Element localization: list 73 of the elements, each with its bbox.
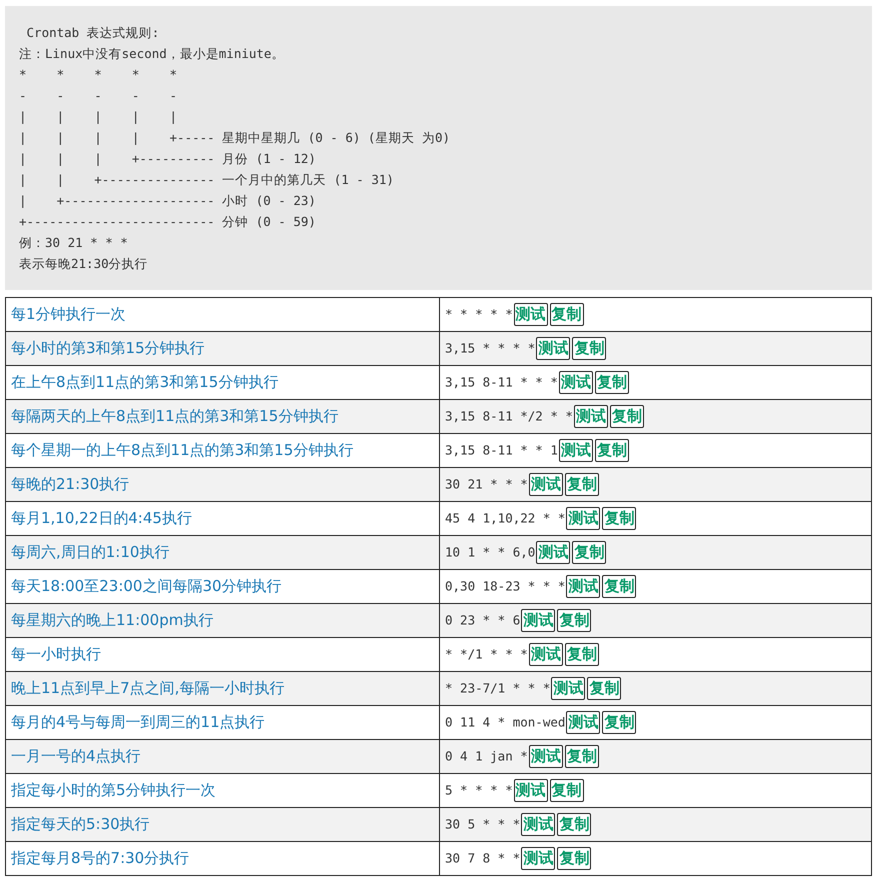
description-cell: 每晚的21:30执行: [6, 468, 440, 502]
copy-button[interactable]: 复制: [587, 677, 622, 700]
test-button[interactable]: 测试: [574, 405, 608, 428]
test-button[interactable]: 测试: [536, 541, 570, 564]
description-cell: 晚上11点到早上7点之间,每隔一小时执行: [6, 672, 440, 706]
copy-button[interactable]: 复制: [602, 507, 636, 530]
test-button[interactable]: 测试: [566, 507, 600, 530]
copy-button[interactable]: 复制: [564, 643, 599, 666]
cron-expression: 30 7 8 * *: [445, 850, 520, 866]
copy-button[interactable]: 复制: [572, 337, 606, 360]
copy-button[interactable]: 复制: [557, 813, 592, 836]
test-button[interactable]: 测试: [514, 779, 548, 802]
description-cell: 每1分钟执行一次: [6, 298, 440, 332]
rule-text-line: * * * * *: [19, 66, 178, 84]
cron-expression: 0 23 * * 6: [445, 612, 520, 628]
test-button[interactable]: 测试: [558, 371, 593, 394]
rule-text-line: | | | +---------- 月份 (1 - 12): [19, 150, 317, 168]
copy-button[interactable]: 复制: [550, 779, 584, 802]
cron-expression: 10 1 * * 6,0: [445, 544, 536, 560]
test-button[interactable]: 测试: [566, 575, 600, 598]
description-cell: 指定每月8号的7:30分执行: [6, 842, 440, 876]
rule-text-line: | | +--------------- 一个月中的第几天 (1 - 31): [19, 171, 395, 189]
test-button[interactable]: 测试: [521, 609, 556, 632]
copy-button[interactable]: 复制: [557, 609, 592, 632]
description-cell: 每周六,周日的1:10执行: [6, 536, 440, 570]
cron-expression: * * * * *: [445, 306, 513, 322]
cron-expression: * 23-7/1 * * *: [445, 680, 550, 696]
rule-text-line: | | | | +----- 星期中星期几 (0 - 6) (星期天 为0): [19, 129, 452, 147]
test-button[interactable]: 测试: [521, 813, 556, 836]
test-button[interactable]: 测试: [528, 745, 563, 768]
copy-button[interactable]: 复制: [610, 405, 644, 428]
cron-expression: 3,15 8-11 * * *: [445, 374, 558, 390]
cron-expression: 3,15 * * * *: [445, 340, 536, 356]
test-button[interactable]: 测试: [566, 711, 600, 734]
cron-expression: 0,30 18-23 * * *: [445, 578, 566, 594]
copy-button[interactable]: 复制: [564, 473, 599, 496]
test-button[interactable]: 测试: [521, 847, 556, 870]
cron-expression: 0 4 1 jan *: [445, 748, 528, 764]
test-button[interactable]: 测试: [536, 337, 570, 360]
copy-button[interactable]: 复制: [594, 439, 629, 462]
test-button[interactable]: 测试: [514, 303, 548, 326]
cron-expression: 30 21 * * *: [445, 476, 528, 492]
cron-expression: 45 4 1,10,22 * *: [445, 510, 566, 526]
cron-expression: 3,15 8-11 */2 * *: [445, 408, 573, 424]
rule-text-line: 表示每晚21:30分执行: [19, 255, 149, 273]
copy-button[interactable]: 复制: [550, 303, 584, 326]
rule-text-line: +------------------------- 分钟 (0 - 59): [19, 213, 317, 231]
description-cell: 每小时的第3和第15分钟执行: [6, 332, 440, 366]
cron-expression: 30 5 * * *: [445, 816, 520, 832]
rule-text-line: | | | | |: [19, 108, 178, 126]
copy-button[interactable]: 复制: [557, 847, 592, 870]
rule-text-line: Crontab 表达式规则:: [26, 24, 160, 42]
rule-text-line: 例：30 21 * * *: [19, 234, 129, 252]
cron-expression: 5 * * * *: [445, 782, 513, 798]
cron-expression: 0 11 4 * mon-wed: [445, 714, 566, 730]
description-cell: 一月一号的4点执行: [6, 740, 440, 774]
copy-button[interactable]: 复制: [594, 371, 629, 394]
cron-expression: * */1 * * *: [445, 646, 528, 662]
test-button[interactable]: 测试: [558, 439, 593, 462]
copy-button[interactable]: 复制: [564, 745, 599, 768]
cron-expression: 3,15 8-11 * * 1: [445, 442, 558, 458]
rule-text-line: - - - - -: [19, 87, 178, 105]
test-button[interactable]: 测试: [528, 473, 563, 496]
test-button[interactable]: 测试: [551, 677, 586, 700]
description-cell: 每隔两天的上午8点到11点的第3和第15分钟执行: [6, 400, 440, 434]
test-button[interactable]: 测试: [528, 643, 563, 666]
copy-button[interactable]: 复制: [572, 541, 606, 564]
rule-text-line: 注：Linux中没有second，最小是miniute。: [19, 45, 286, 63]
rule-text-line: | +-------------------- 小时 (0 - 23): [19, 192, 317, 210]
description-cell: 每星期六的晚上11:00pm执行: [6, 604, 440, 638]
copy-button[interactable]: 复制: [602, 575, 636, 598]
description-cell: 指定每天的5:30执行: [6, 808, 440, 842]
copy-button[interactable]: 复制: [602, 711, 636, 734]
